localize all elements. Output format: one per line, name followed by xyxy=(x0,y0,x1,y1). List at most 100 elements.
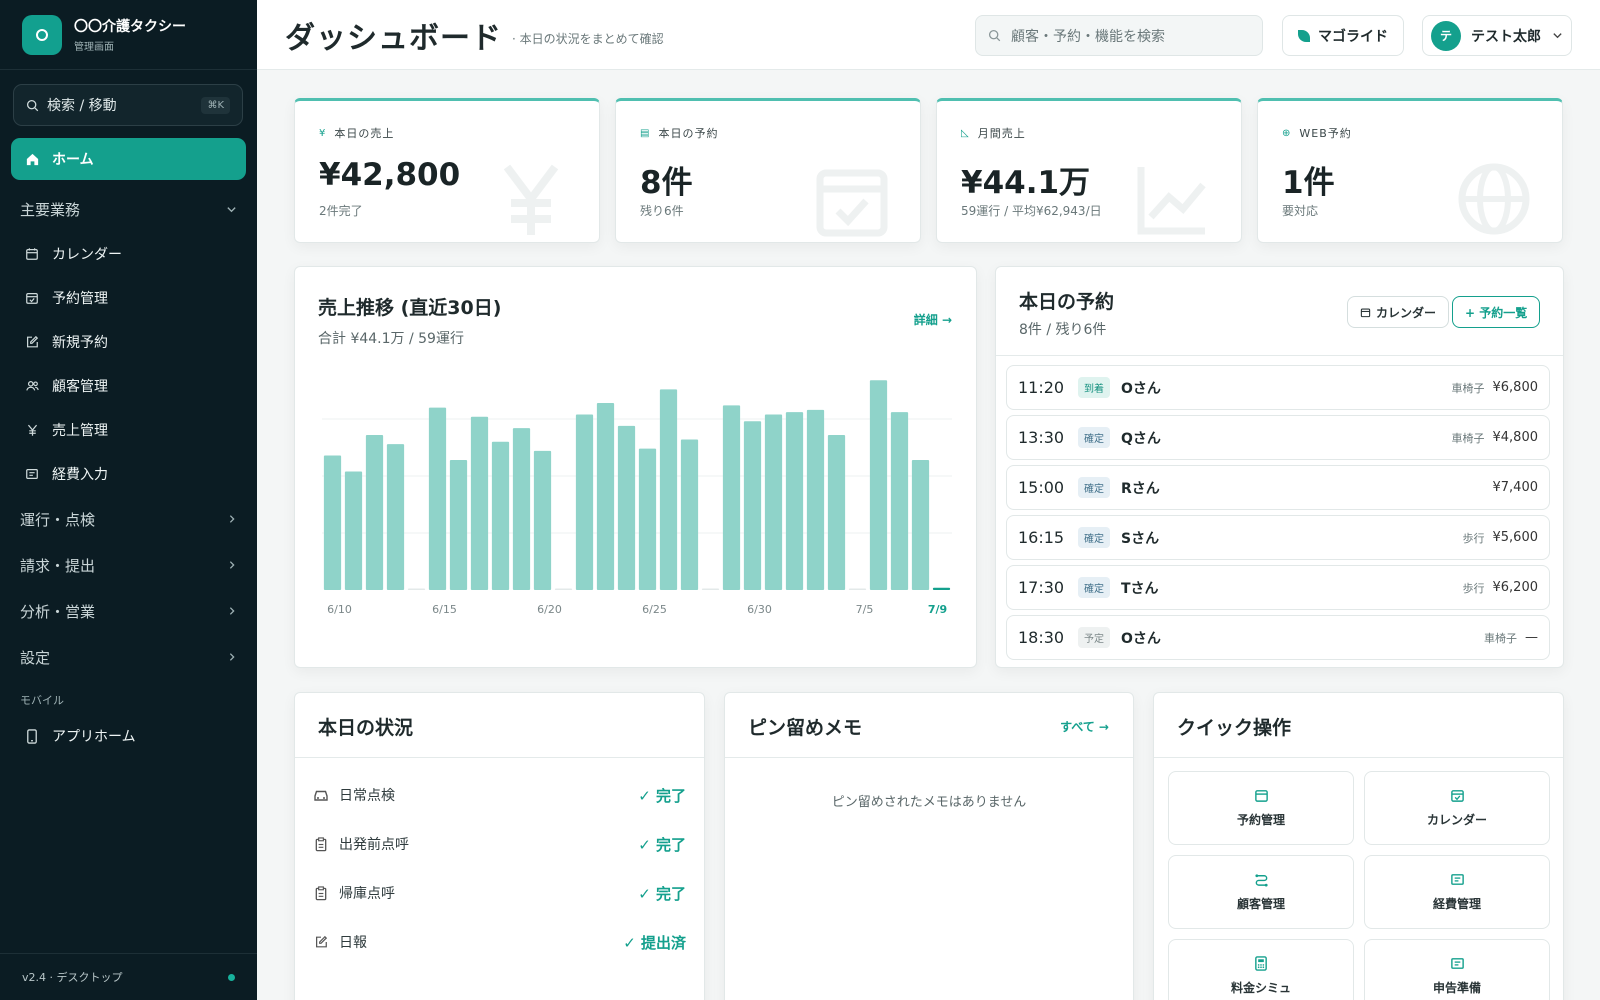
sidebar-item-app-home[interactable]: アプリホーム xyxy=(0,714,257,758)
quick-calendar-button[interactable]: カレンダー xyxy=(1364,771,1550,845)
sales-bar[interactable] xyxy=(449,460,468,590)
theme-label: マゴライド xyxy=(1318,28,1388,45)
x-tick-label: 7/5 xyxy=(856,603,874,616)
sales-bar[interactable] xyxy=(743,421,762,590)
stat-label: 月間売上 xyxy=(977,127,1026,140)
mobility-type: 歩行 xyxy=(1462,531,1485,545)
sales-bar[interactable] xyxy=(386,444,405,590)
quick-label: 申告準備 xyxy=(1432,981,1481,995)
sidebar-item-sales[interactable]: 売上管理 xyxy=(0,408,257,452)
sales-bar[interactable] xyxy=(869,380,888,590)
sales-bar[interactable] xyxy=(344,471,363,590)
sales-bar[interactable] xyxy=(659,389,678,590)
divider xyxy=(725,757,1133,758)
theme-button[interactable]: マゴライド xyxy=(1282,15,1404,56)
sales-bar[interactable] xyxy=(428,407,447,590)
quick-label: 予約管理 xyxy=(1236,813,1285,827)
booking-row[interactable]: 18:30 予定 Oさん 車椅子 — xyxy=(1006,615,1550,660)
sales-bar[interactable] xyxy=(323,455,342,590)
sales-bar[interactable] xyxy=(911,460,930,590)
sales-bar[interactable] xyxy=(722,405,741,590)
sales-bar[interactable] xyxy=(575,414,594,590)
booking-row[interactable]: 17:30 確定 Tさん 歩行 ¥6,200 xyxy=(1006,565,1550,610)
stat-card-monthly-sales[interactable]: ◺ 月間売上 ¥44.1万 59運行 / 平均¥62,943/日 xyxy=(936,98,1242,243)
sidebar-group-operations[interactable]: 運行・点検 xyxy=(0,496,257,542)
sales-bar[interactable] xyxy=(512,428,531,590)
sales-bar[interactable] xyxy=(701,588,720,591)
sidebar-item-home[interactable]: ホーム xyxy=(11,138,246,180)
sales-bar[interactable] xyxy=(680,439,699,590)
customer-name: Oさん xyxy=(1121,630,1161,647)
sales-bar[interactable] xyxy=(848,588,867,591)
sales-bar[interactable] xyxy=(806,409,825,590)
x-tick-label: 6/20 xyxy=(537,603,562,616)
stat-card-web-bookings[interactable]: ⊕ WEB予約 1件 要対応 xyxy=(1257,98,1563,243)
stat-card-today-bookings[interactable]: ▤ 本日の予約 8件 残り6件 xyxy=(615,98,921,243)
sales-bar[interactable] xyxy=(638,448,657,590)
sales-bar[interactable] xyxy=(785,412,804,590)
booking-row[interactable]: 15:00 確定 Rさん ¥7,400 xyxy=(1006,465,1550,510)
users-icon xyxy=(24,378,40,394)
status-badge: 予定 xyxy=(1078,627,1110,648)
brand[interactable]: 〇〇介護タクシー 管理画面 xyxy=(0,0,257,70)
calculator-icon xyxy=(1255,956,1267,971)
booking-row[interactable]: 11:20 到着 Oさん 車椅子 ¥6,800 xyxy=(1006,365,1550,410)
booking-row[interactable]: 16:15 確定 Sさん 歩行 ¥5,600 xyxy=(1006,515,1550,560)
quick-label: 経費管理 xyxy=(1432,897,1481,911)
sidebar-item-new-booking[interactable]: 新規予約 xyxy=(0,320,257,364)
memo-all-link[interactable]: すべて → xyxy=(1060,718,1109,735)
x-tick-label: 6/30 xyxy=(747,603,772,616)
today-status-card: 本日の状況 日常点検 ✓ 完了 出発前点呼 ✓ 完了 帰庫点呼 ✓ 完了 日報 … xyxy=(294,692,705,1000)
sales-bar[interactable] xyxy=(554,588,573,591)
sidebar-group-main[interactable]: 主要業務 xyxy=(0,186,257,232)
sidebar-item-reservations[interactable]: 予約管理 xyxy=(0,276,257,320)
stat-card-today-sales[interactable]: ¥ 本日の売上 ¥42,800 2件完了 xyxy=(294,98,600,243)
global-search-input[interactable]: 顧客・予約・機能を検索 xyxy=(975,15,1263,56)
quick-expenses-button[interactable]: 経費管理 xyxy=(1364,855,1550,929)
sales-bar[interactable] xyxy=(491,441,510,590)
sales-bar[interactable] xyxy=(407,588,426,591)
status-dot-icon xyxy=(228,973,235,981)
sidebar-item-calendar[interactable]: カレンダー xyxy=(0,232,257,276)
sales-bar[interactable] xyxy=(596,403,615,590)
calendar-icon: ▤ xyxy=(640,127,651,139)
quick-fare-sim-button[interactable]: 料金シミュ xyxy=(1168,939,1354,1000)
sidebar-group-analysis[interactable]: 分析・営業 xyxy=(0,588,257,634)
sidebar-group-billing[interactable]: 請求・提出 xyxy=(0,542,257,588)
quick-customers-button[interactable]: 顧客管理 xyxy=(1168,855,1354,929)
sales-bar[interactable] xyxy=(365,434,384,590)
quick-tax-prep-button[interactable]: 申告準備 xyxy=(1364,939,1550,1000)
sidebar-item-label: 経費入力 xyxy=(52,467,108,483)
calendar-button[interactable]: カレンダー xyxy=(1347,296,1450,328)
sales-bar[interactable] xyxy=(932,587,951,590)
sales-bar[interactable] xyxy=(470,416,489,590)
booking-list-button[interactable]: + 予約一覧 xyxy=(1452,296,1541,328)
customer-name: Sさん xyxy=(1121,530,1160,547)
booking-time: 11:20 xyxy=(1018,378,1065,397)
user-menu-button[interactable]: テ テスト太郎 xyxy=(1422,15,1572,56)
booking-time: 18:30 xyxy=(1018,628,1065,647)
quick-reservations-button[interactable]: 予約管理 xyxy=(1168,771,1354,845)
sales-bar[interactable] xyxy=(827,434,846,590)
sales-bar[interactable] xyxy=(764,414,783,590)
booking-row[interactable]: 13:30 確定 Qさん 車椅子 ¥4,800 xyxy=(1006,415,1550,460)
quick-label: 料金シミュ xyxy=(1230,981,1291,995)
sales-bar[interactable] xyxy=(890,412,909,590)
sales-bar[interactable] xyxy=(617,425,636,590)
sales-bar[interactable] xyxy=(533,450,552,590)
user-name: テスト太郎 xyxy=(1471,28,1541,45)
status-label: 日常点検 xyxy=(339,788,395,804)
sidebar-search-button[interactable]: 検索 / 移動 ⌘K xyxy=(13,84,243,126)
calendar-check-icon xyxy=(24,290,40,306)
receipt-icon xyxy=(24,466,40,482)
clipboard-icon xyxy=(315,836,327,851)
calendar-watermark-icon xyxy=(816,169,888,237)
sidebar-item-expenses[interactable]: 経費入力 xyxy=(0,452,257,496)
quick-label: 顧客管理 xyxy=(1236,897,1285,911)
top-header: ダッシュボード · 本日の状況をまとめて確認 顧客・予約・機能を検索 マゴライド… xyxy=(257,0,1600,70)
sidebar-item-customers[interactable]: 顧客管理 xyxy=(0,364,257,408)
sidebar-group-settings[interactable]: 設定 xyxy=(0,634,257,680)
stat-value: 1件 xyxy=(1282,165,1335,201)
stat-value: ¥42,800 xyxy=(319,157,461,193)
status-value: ✓ 完了 xyxy=(638,786,686,805)
